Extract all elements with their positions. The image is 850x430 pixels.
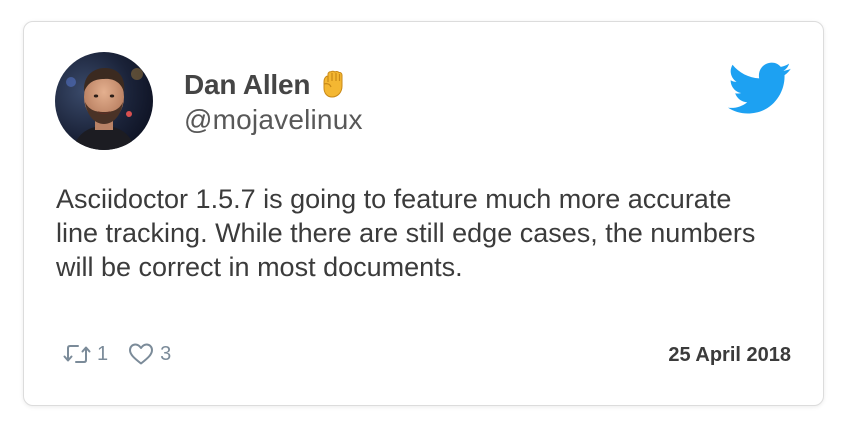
retweet-count: 1	[97, 342, 109, 365]
tweet-card[interactable]: Dan Allen @mojavelinux Asciidoctor 1.5.7…	[23, 21, 824, 406]
tweet-date[interactable]: 25 April 2018	[668, 344, 791, 367]
avatar[interactable]	[55, 52, 153, 150]
twitter-bird-icon[interactable]	[728, 62, 792, 116]
heart-icon[interactable]	[128, 342, 154, 366]
tweet-text: Asciidoctor 1.5.7 is going to feature mu…	[56, 184, 756, 282]
avatar-image	[55, 52, 153, 150]
raised-fist-icon	[318, 70, 348, 100]
author-name[interactable]: Dan Allen	[184, 69, 310, 101]
like-count: 3	[160, 342, 172, 365]
tweet-actions: 1 3	[63, 342, 191, 366]
author-handle[interactable]: @mojavelinux	[184, 104, 363, 136]
author-block: Dan Allen @mojavelinux	[184, 68, 363, 136]
retweet-action[interactable]: 1	[63, 343, 108, 366]
author-name-row: Dan Allen	[184, 68, 363, 102]
retweet-icon[interactable]	[63, 343, 91, 365]
like-action[interactable]: 3	[128, 342, 171, 366]
